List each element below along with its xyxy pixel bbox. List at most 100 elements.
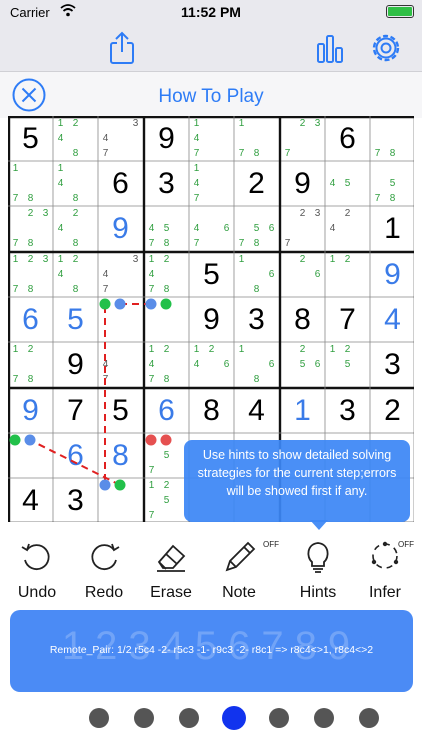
- page-dot[interactable]: [134, 708, 154, 728]
- grid-cell-r1c8[interactable]: 6: [325, 116, 370, 161]
- grid-cell-r7c6[interactable]: 4: [234, 388, 279, 433]
- grid-cell-r3c2[interactable]: 248: [53, 206, 98, 251]
- grid-cell-r6c7[interactable]: 2 56: [280, 342, 325, 387]
- cell-value: 3: [67, 484, 84, 517]
- grid-cell-r7c3[interactable]: 5: [98, 388, 143, 433]
- grid-cell-r5c8[interactable]: 7: [325, 297, 370, 342]
- grid-cell-r4c6[interactable]: 1 68: [234, 252, 279, 297]
- candidate-note: 6: [314, 359, 321, 370]
- grid-cell-r5c7[interactable]: 8: [280, 297, 325, 342]
- candidate-note: 5: [389, 178, 396, 189]
- grid-cell-r4c2[interactable]: 1248: [53, 252, 98, 297]
- grid-cell-r7c7[interactable]: 1: [280, 388, 325, 433]
- grid-cell-r2c1[interactable]: 1 78: [8, 161, 53, 206]
- erase-button[interactable]: Erase: [136, 530, 206, 606]
- grid-cell-r5c1[interactable]: 6: [8, 297, 53, 342]
- page-dot[interactable]: [89, 708, 109, 728]
- grid-cell-r4c4[interactable]: 124 78: [144, 252, 189, 297]
- grid-cell-r5c6[interactable]: 3: [234, 297, 279, 342]
- grid-cell-r8c3[interactable]: 8: [98, 433, 143, 478]
- page-dot[interactable]: [179, 708, 199, 728]
- candidate-note: 7: [148, 374, 155, 385]
- grid-cell-r6c4[interactable]: 124 78: [144, 342, 189, 387]
- grid-cell-r5c5[interactable]: 9: [189, 297, 234, 342]
- grid-cell-r9c4[interactable]: 12 57: [144, 478, 189, 523]
- grid-cell-r6c5[interactable]: 124 6: [189, 342, 234, 387]
- grid-cell-r4c3[interactable]: 3 4 7: [98, 252, 143, 297]
- grid-cell-r3c8[interactable]: 24: [325, 206, 370, 251]
- grid-cell-r6c8[interactable]: 12 5: [325, 342, 370, 387]
- grid-cell-r6c1[interactable]: 12 78: [8, 342, 53, 387]
- grid-cell-r7c1[interactable]: 9: [8, 388, 53, 433]
- grid-cell-r4c8[interactable]: 12: [325, 252, 370, 297]
- grid-cell-r1c4[interactable]: 9: [144, 116, 189, 161]
- candidate-note: 4: [193, 133, 200, 144]
- cell-value: 1: [384, 212, 401, 245]
- candidate-note: 8: [72, 238, 79, 249]
- grid-cell-r9c3[interactable]: [98, 478, 143, 523]
- grid-cell-r5c3[interactable]: [98, 297, 143, 342]
- redo-button[interactable]: Redo: [69, 530, 139, 606]
- grid-cell-r7c2[interactable]: 7: [53, 388, 98, 433]
- grid-cell-r2c6[interactable]: 2: [234, 161, 279, 206]
- grid-cell-r2c5[interactable]: 1 4 7: [189, 161, 234, 206]
- grid-cell-r5c9[interactable]: 4: [370, 297, 415, 342]
- candidate-note: 2: [163, 480, 170, 491]
- page-dot[interactable]: [359, 708, 379, 728]
- grid-cell-r2c8[interactable]: 45: [325, 161, 370, 206]
- grid-cell-r3c3[interactable]: 9: [98, 206, 143, 251]
- page-dot[interactable]: [314, 708, 334, 728]
- grid-cell-r2c4[interactable]: 3: [144, 161, 189, 206]
- grid-cell-r3c4[interactable]: 4578: [144, 206, 189, 251]
- grid-cell-r6c3[interactable]: 47: [98, 342, 143, 387]
- grid-cell-r7c4[interactable]: 6: [144, 388, 189, 433]
- grid-cell-r5c4[interactable]: [144, 297, 189, 342]
- grid-cell-r3c7[interactable]: 23 7: [280, 206, 325, 251]
- grid-cell-r3c5[interactable]: 4 6 7: [189, 206, 234, 251]
- chart-icon[interactable]: [312, 30, 348, 66]
- grid-cell-r5c2[interactable]: 5: [53, 297, 98, 342]
- grid-cell-r2c3[interactable]: 6: [98, 161, 143, 206]
- grid-cell-r3c6[interactable]: 56 78: [234, 206, 279, 251]
- candidate-note: 2: [299, 118, 306, 129]
- grid-cell-r2c9[interactable]: 578: [370, 161, 415, 206]
- grid-cell-r8c2[interactable]: 6: [53, 433, 98, 478]
- page-indicator: [0, 706, 422, 730]
- grid-cell-r2c7[interactable]: 9: [280, 161, 325, 206]
- grid-cell-r3c1[interactable]: 23 78: [8, 206, 53, 251]
- candidate-note: 7: [148, 284, 155, 295]
- grid-cell-r4c1[interactable]: 123 78: [8, 252, 53, 297]
- hints-button[interactable]: Hints: [283, 530, 353, 606]
- grid-cell-r6c2[interactable]: 9: [53, 342, 98, 387]
- grid-cell-r7c9[interactable]: 2: [370, 388, 415, 433]
- page-dot[interactable]: [269, 708, 289, 728]
- grid-cell-r6c6[interactable]: 1 68: [234, 342, 279, 387]
- grid-cell-r9c2[interactable]: 3: [53, 478, 98, 523]
- grid-cell-r1c7[interactable]: 23 7: [280, 116, 325, 161]
- grid-cell-r4c7[interactable]: 26: [280, 252, 325, 297]
- grid-cell-r8c1[interactable]: [8, 433, 53, 478]
- hint-text: Remote_Pair: 1/2 r5c4 -2- r5c3 -1- r9c3 …: [49, 644, 374, 656]
- candidate-note: 8: [163, 284, 170, 295]
- infer-button[interactable]: OFF Infer: [350, 530, 420, 606]
- share-icon[interactable]: [104, 30, 140, 66]
- grid-cell-r4c5[interactable]: 5: [189, 252, 234, 297]
- grid-cell-r1c5[interactable]: 1 4 7: [189, 116, 234, 161]
- grid-cell-r7c8[interactable]: 3: [325, 388, 370, 433]
- grid-cell-r1c1[interactable]: 5: [8, 116, 53, 161]
- grid-cell-r3c9[interactable]: 1: [370, 206, 415, 251]
- grid-cell-r1c3[interactable]: 3 4 7: [98, 116, 143, 161]
- gear-icon[interactable]: [368, 30, 404, 66]
- grid-cell-r2c2[interactable]: 1 48: [53, 161, 98, 206]
- grid-cell-r6c9[interactable]: 3: [370, 342, 415, 387]
- grid-cell-r1c6[interactable]: 1 78: [234, 116, 279, 161]
- grid-cell-r4c9[interactable]: 9: [370, 252, 415, 297]
- note-button[interactable]: OFF Note: [204, 530, 279, 606]
- grid-cell-r9c1[interactable]: 4: [8, 478, 53, 523]
- grid-cell-r1c9[interactable]: 78: [370, 116, 415, 161]
- undo-button[interactable]: Undo: [2, 530, 72, 606]
- page-dot[interactable]: [222, 706, 246, 730]
- grid-cell-r8c4[interactable]: 57: [144, 433, 189, 478]
- grid-cell-r7c5[interactable]: 8: [189, 388, 234, 433]
- grid-cell-r1c2[interactable]: 1248: [53, 116, 98, 161]
